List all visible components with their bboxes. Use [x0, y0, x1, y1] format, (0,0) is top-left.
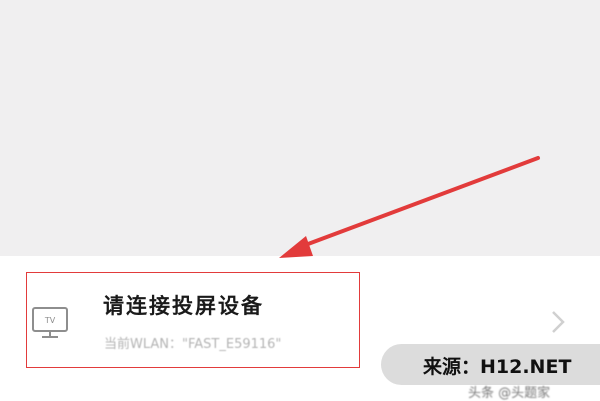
blank-top-area — [0, 0, 600, 256]
watermark-text: 来源：H12.NET — [423, 356, 572, 378]
highlight-box — [26, 272, 360, 368]
faded-watermark-text: 头条 @头题家 — [468, 386, 551, 401]
chevron-right-icon — [552, 311, 565, 333]
